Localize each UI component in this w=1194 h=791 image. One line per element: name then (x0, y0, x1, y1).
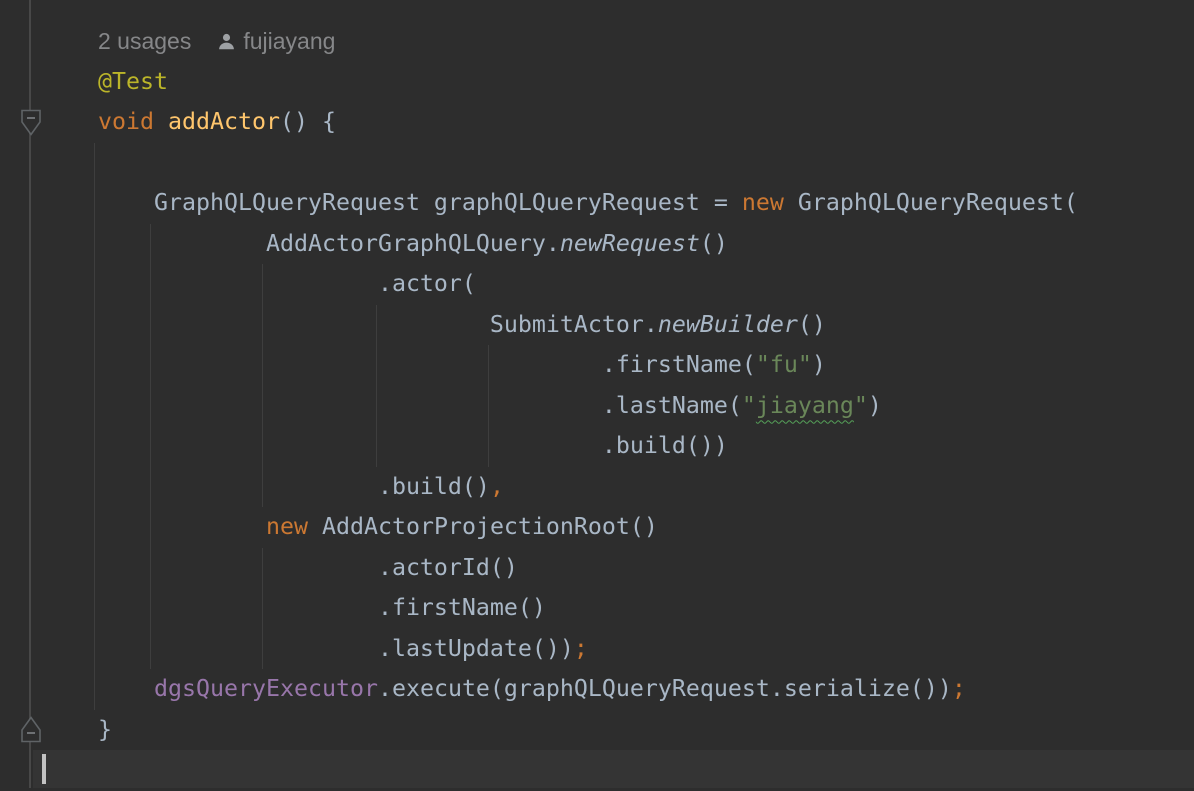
code-token: .actor( (42, 270, 476, 297)
author-person-icon (217, 32, 236, 51)
code-token: @Test (42, 68, 168, 95)
code-line[interactable]: .lastName("jiayang") (42, 386, 1194, 427)
code-token: SubmitActor. (42, 311, 658, 338)
code-token: newBuilder (658, 311, 798, 338)
code-token (42, 675, 154, 702)
code-line[interactable]: @Test (42, 62, 1194, 103)
fold-collapse-start-icon[interactable] (19, 108, 43, 137)
code-token: AddActorProjectionRoot() (308, 513, 658, 540)
code-token: .lastName( (42, 392, 742, 419)
code-token: new (266, 513, 308, 540)
text-caret (42, 754, 46, 784)
code-token: .build()) (42, 432, 728, 459)
code-token: " (742, 392, 756, 419)
code-line[interactable]: .lastUpdate()); (42, 629, 1194, 670)
code-line[interactable]: GraphQLQueryRequest graphQLQueryRequest … (42, 183, 1194, 224)
code-token (154, 108, 168, 135)
code-token: newRequest (560, 230, 700, 257)
code-token: addActor (168, 108, 280, 135)
code-token: dgsQueryExecutor (154, 675, 378, 702)
code-token: ; (952, 675, 966, 702)
code-token: .build() (42, 473, 490, 500)
code-token: .firstName( (42, 351, 756, 378)
code-token: ) (812, 351, 826, 378)
code-line[interactable]: AddActorGraphQLQuery.newRequest() (42, 224, 1194, 265)
code-line[interactable]: .firstName() (42, 588, 1194, 629)
code-line[interactable]: .firstName("fu") (42, 345, 1194, 386)
code-line[interactable]: dgsQueryExecutor.execute(graphQLQueryReq… (42, 669, 1194, 710)
code-line[interactable]: } (42, 710, 1194, 751)
code-token: void (98, 108, 154, 135)
code-vision-row: 2 usages fujiayang (42, 21, 335, 62)
code-token: " (854, 392, 868, 419)
code-line[interactable]: .build(), (42, 467, 1194, 508)
code-token: () { (280, 108, 336, 135)
code-token: AddActorGraphQLQuery. (42, 230, 560, 257)
code-token: () (798, 311, 826, 338)
code-token: () (700, 230, 728, 257)
code-line[interactable]: void addActor() { (42, 102, 1194, 143)
code-token: jiayang (756, 392, 854, 419)
code-token: .execute(graphQLQueryRequest.serialize()… (378, 675, 952, 702)
code-line[interactable]: new AddActorProjectionRoot() (42, 507, 1194, 548)
code-editor: 2 usages fujiayang @Test void addActor()… (0, 0, 1194, 788)
code-line[interactable]: SubmitActor.newBuilder() (42, 305, 1194, 346)
code-token: .lastUpdate()) (42, 635, 574, 662)
code-token: .actorId() (42, 554, 518, 581)
code-token: GraphQLQueryRequest( (784, 189, 1078, 216)
fold-collapse-end-icon[interactable] (19, 715, 43, 744)
code-token: GraphQLQueryRequest graphQLQueryRequest … (42, 189, 742, 216)
code-token: "fu" (756, 351, 812, 378)
code-token: } (42, 716, 112, 743)
author-hint[interactable]: fujiayang (243, 28, 335, 55)
code-line[interactable] (42, 750, 1194, 791)
code-token (42, 108, 98, 135)
code-token: new (742, 189, 784, 216)
code-line[interactable]: .actorId() (42, 548, 1194, 589)
code-line[interactable]: .build()) (42, 426, 1194, 467)
code-token: .firstName() (42, 594, 546, 621)
code-line[interactable]: .actor( (42, 264, 1194, 305)
code-token: ) (868, 392, 882, 419)
code-area[interactable]: @Test void addActor() { GraphQLQueryRequ… (42, 62, 1194, 791)
code-token: ; (574, 635, 588, 662)
code-token: , (490, 473, 504, 500)
code-token (42, 513, 266, 540)
code-line[interactable] (42, 143, 1194, 184)
usages-hint[interactable]: 2 usages (98, 28, 191, 55)
